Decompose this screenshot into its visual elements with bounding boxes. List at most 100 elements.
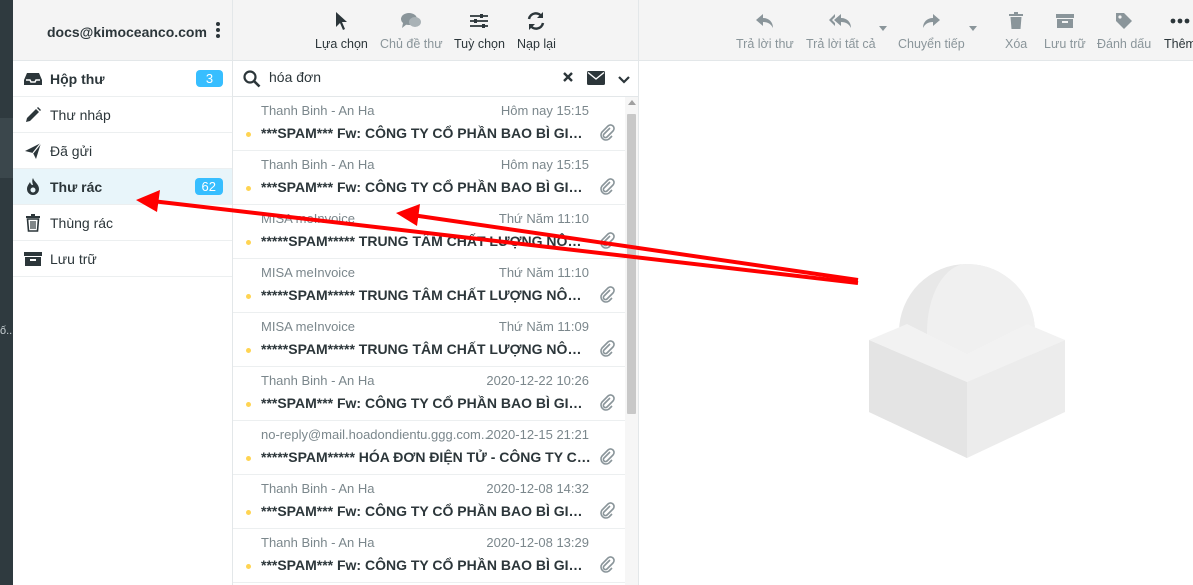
message-row[interactable]: Thanh Binh - An Ha 2020-12-08 13:29 ***S…	[233, 529, 625, 583]
account-header: docs@kimoceanco.com	[13, 0, 232, 61]
unread-dot-icon	[246, 294, 251, 299]
message-subject: ***SPAM*** Fw: CÔNG TY CỔ PHẦN BAO BÌ GI…	[261, 125, 591, 141]
archive-button[interactable]: Lưu trữ	[1044, 10, 1086, 51]
archive-icon	[1044, 10, 1086, 32]
paperclip-icon	[599, 123, 615, 144]
unread-dot-icon	[246, 510, 251, 515]
message-sender: Thanh Binh - An Ha	[261, 535, 375, 550]
unread-dot-icon	[246, 186, 251, 191]
envelope-icon[interactable]	[587, 71, 605, 88]
message-subject: ***SPAM*** Fw: CÔNG TY CỔ PHẦN BAO BÌ GI…	[261, 179, 591, 195]
folder-label: Thư nháp	[50, 106, 111, 123]
message-date: 2020-12-08 13:29	[486, 535, 589, 550]
message-sender: Thanh Binh - An Ha	[261, 373, 375, 388]
threads-button[interactable]: Chủ đề thư	[380, 10, 443, 51]
message-sender: Thanh Binh - An Ha	[261, 481, 375, 496]
sliders-icon	[454, 10, 505, 32]
message-row[interactable]: MISA meInvoice Thứ Năm 11:09 *****SPAM**…	[233, 313, 625, 367]
fire-icon	[23, 177, 43, 197]
app-navigation-strip: ố...	[0, 0, 16, 585]
options-button[interactable]: Tuỳ chọn	[454, 10, 505, 51]
mark-label: Đánh dấu	[1097, 37, 1152, 51]
folder-inbox[interactable]: Hộp thư 3	[13, 61, 232, 97]
paperclip-icon	[599, 285, 615, 306]
reply-icon	[736, 10, 794, 32]
message-date: Hôm nay 15:15	[500, 103, 589, 118]
message-subject: ***SPAM*** Fw: CÔNG TY CỔ PHẦN BAO BÌ GI…	[261, 503, 591, 519]
scroll-up-icon[interactable]	[628, 100, 636, 105]
mark-button[interactable]: Đánh dấu	[1097, 10, 1151, 51]
pencil-icon	[23, 105, 43, 125]
message-sender: MISA meInvoice	[261, 211, 355, 226]
unread-count-badge: 3	[196, 70, 223, 87]
folder-label: Đã gửi	[50, 142, 93, 159]
archive-icon	[23, 249, 43, 269]
message-date: Thứ Năm 11:09	[498, 319, 589, 334]
tag-icon	[1097, 10, 1151, 32]
app-navigation-active-bar	[0, 118, 13, 178]
search-input[interactable]	[269, 69, 549, 85]
unread-dot-icon	[246, 456, 251, 461]
reply-all-dropdown-icon[interactable]	[879, 26, 887, 31]
message-subject: *****SPAM***** TRUNG TÂM CHẤT LƯỢNG NÔNG…	[261, 341, 591, 357]
message-subject: *****SPAM***** TRUNG TÂM CHẤT LƯỢNG NÔNG…	[261, 287, 591, 303]
folder-drafts[interactable]: Thư nháp	[13, 97, 232, 133]
reply-button[interactable]: Trả lời thư	[736, 10, 794, 51]
clear-search-icon[interactable]	[561, 70, 575, 87]
forward-label: Chuyển tiếp	[898, 37, 965, 51]
reply-all-button[interactable]: Trả lời tất cả	[806, 10, 876, 51]
message-date: 2020-12-22 10:26	[486, 373, 589, 388]
message-date: Thứ Năm 11:10	[498, 211, 589, 226]
archive-label: Lưu trữ	[1044, 37, 1086, 51]
refresh-button[interactable]: Nạp lại	[517, 10, 556, 51]
forward-dropdown-icon[interactable]	[969, 26, 977, 31]
unread-count-badge: 62	[194, 178, 223, 195]
message-sender: no-reply@mail.hoadondientu.ggg.com...	[261, 427, 492, 442]
more-button[interactable]: Thêm	[1164, 10, 1193, 51]
unread-dot-icon	[246, 402, 251, 407]
search-icon[interactable]	[243, 70, 261, 91]
folder-sent[interactable]: Đã gửi	[13, 133, 232, 169]
message-row[interactable]: Thanh Binh - An Ha 2020-12-08 14:32 ***S…	[233, 475, 625, 529]
message-list-panel: Lựa chọn Chủ đề thư Tuỳ chọn Nạp lại hóa…	[233, 0, 639, 585]
forward-button[interactable]: Chuyển tiếp	[898, 10, 965, 51]
unread-dot-icon	[246, 348, 251, 353]
message-row[interactable]: MISA meInvoice Thứ Năm 11:10 *****SPAM**…	[233, 205, 625, 259]
message-content-panel: Trả lời thư Trả lời tất cả Chuyển tiếp X…	[639, 0, 1193, 585]
message-subject: ***SPAM*** Fw: CÔNG TY CỔ PHẦN BAO BÌ GI…	[261, 557, 591, 573]
message-row[interactable]: Thanh Binh - An Ha 2020-12-22 10:26 ***S…	[233, 367, 625, 421]
folder-label: Lưu trữ	[50, 250, 97, 267]
more-dots-icon	[1164, 10, 1193, 32]
forward-icon	[898, 10, 965, 32]
unread-dot-icon	[246, 132, 251, 137]
select-label: Lựa chọn	[315, 37, 368, 51]
delete-button[interactable]: Xóa	[1005, 10, 1027, 51]
message-row[interactable]: Thanh Binh - An Ha Hôm nay 15:15 ***SPAM…	[233, 151, 625, 205]
folder-archive[interactable]: Lưu trữ	[13, 241, 232, 277]
options-label: Tuỳ chọn	[454, 37, 505, 51]
folder-junk[interactable]: Thư rác 62	[13, 169, 232, 205]
paperclip-icon	[599, 231, 615, 252]
message-subject: ***SPAM*** Fw: CÔNG TY CỔ PHẦN BAO BÌ GI…	[261, 395, 591, 411]
folder-trash[interactable]: Thùng rác	[13, 205, 232, 241]
message-subject: *****SPAM***** HÓA ĐƠN ĐIỆN TỬ - CÔNG TY…	[261, 449, 591, 465]
cursor-icon	[315, 10, 368, 32]
trash-icon	[1005, 10, 1027, 32]
paperclip-icon	[599, 177, 615, 198]
message-row[interactable]: no-reply@mail.hoadondientu.ggg.com... 20…	[233, 421, 625, 475]
reply-label: Trả lời thư	[736, 37, 794, 51]
message-subject: *****SPAM***** TRUNG TÂM CHẤT LƯỢNG NÔNG…	[261, 233, 591, 249]
message-sender: MISA meInvoice	[261, 319, 355, 334]
account-menu-icon[interactable]	[215, 22, 221, 40]
select-button[interactable]: Lựa chọn	[315, 10, 368, 51]
empty-mailbox-watermark-icon	[867, 262, 1067, 465]
app-navigation-text: ố...	[0, 325, 16, 337]
message-toolbar: Trả lời thư Trả lời tất cả Chuyển tiếp X…	[639, 0, 1193, 61]
scrollbar-thumb[interactable]	[627, 114, 636, 414]
reply-all-label: Trả lời tất cả	[806, 37, 876, 51]
folder-label: Thùng rác	[50, 214, 114, 231]
message-row[interactable]: Thanh Binh - An Ha Hôm nay 15:15 ***SPAM…	[233, 97, 625, 151]
message-row[interactable]: MISA meInvoice Thứ Năm 11:10 *****SPAM**…	[233, 259, 625, 313]
account-email: docs@kimoceanco.com	[47, 24, 207, 40]
chevron-down-icon[interactable]	[618, 72, 630, 88]
